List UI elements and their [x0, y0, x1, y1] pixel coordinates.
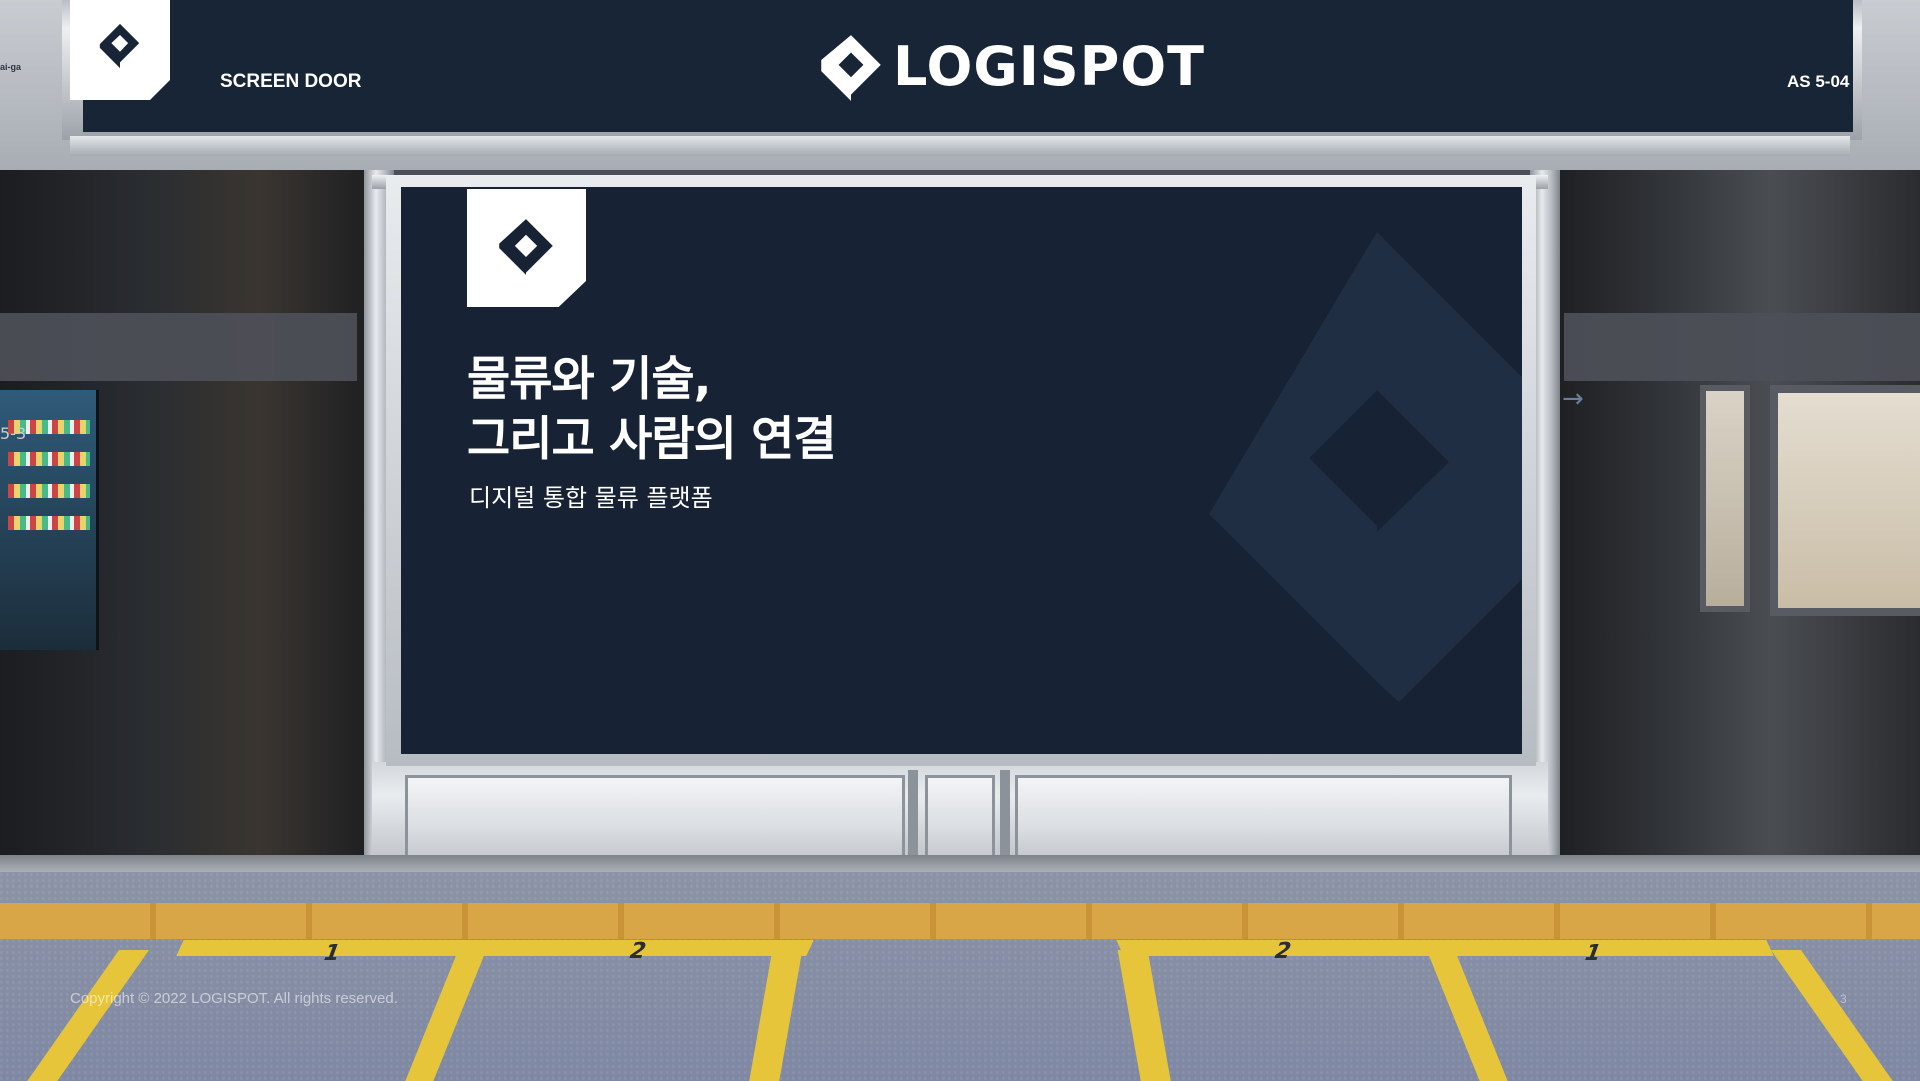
vending-row — [8, 484, 90, 498]
queue-line — [176, 940, 814, 956]
logispot-mark-icon — [821, 35, 881, 101]
left-glass-band — [0, 313, 357, 381]
arrow-icon: → — [1562, 384, 1584, 414]
edge-station-label: ai-ga — [0, 62, 22, 72]
headline-line-1: 물류와 기술, — [467, 352, 711, 407]
train-window — [1700, 385, 1750, 612]
logispot-mark-icon — [499, 219, 553, 275]
brand-wordmark: LOGISPOT — [893, 35, 1206, 98]
page-number: 3 — [1840, 992, 1847, 1006]
billboard-subheadline: 디지털 통합 물류 플랫폼 — [469, 484, 713, 512]
billboard-headline: 물류와 기술, 그리고 사람의 연결 — [467, 350, 837, 470]
copyright-text: Copyright © 2022 LOGISPOT. All rights re… — [70, 990, 398, 1007]
screen-door-label: SCREEN DOOR — [220, 71, 362, 92]
right-glass-band — [1564, 313, 1920, 381]
billboard: 물류와 기술, 그리고 사람의 연결 디지털 통합 물류 플랫폼 — [401, 187, 1522, 754]
logispot-watermark-icon — [1209, 232, 1522, 702]
logispot-mark-icon — [99, 23, 140, 69]
train-window — [1770, 385, 1920, 616]
door-lower-panel — [1015, 775, 1512, 867]
billboard-logo-badge — [467, 189, 586, 307]
vending-row — [8, 452, 90, 466]
door-lower-panel — [925, 775, 995, 867]
header-sign-bottom-rail — [70, 136, 1850, 156]
header-logo-badge — [70, 0, 170, 100]
tactile-paving — [0, 903, 1920, 939]
headline-line-2: 그리고 사람의 연결 — [467, 412, 837, 467]
location-code: AS 5-04 — [1787, 72, 1850, 91]
door-lower-panel — [405, 775, 905, 867]
vending-row — [8, 516, 90, 530]
platform-sign: 5-3 — [0, 424, 27, 443]
